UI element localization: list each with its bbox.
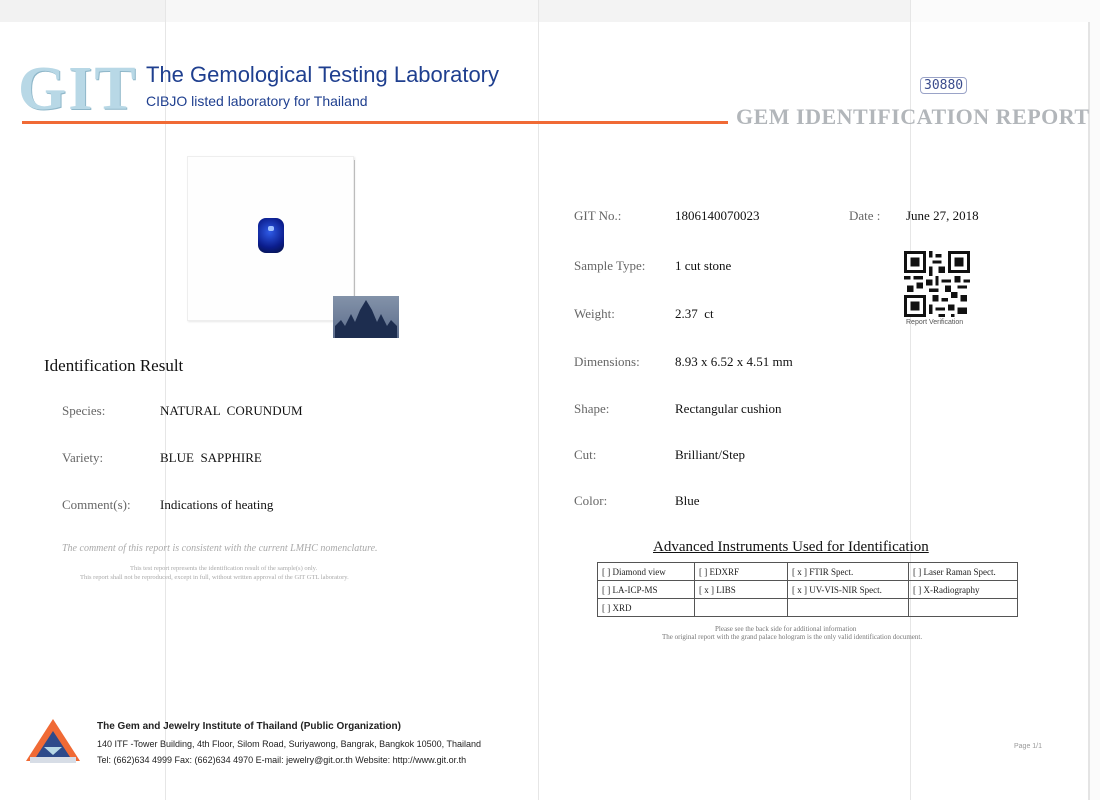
species-value: NATURAL CORUNDUM xyxy=(160,403,303,418)
fold-line xyxy=(538,0,539,800)
instrument-cell: [ ] EDXRF xyxy=(694,562,788,581)
qr-caption: Report Verification xyxy=(906,319,964,326)
color-value: Blue xyxy=(675,493,700,508)
species-label: Species: xyxy=(62,403,106,418)
cut-label: Cut: xyxy=(574,447,597,462)
git-logo: GIT xyxy=(18,55,138,123)
instrument-cell: [ x ] UV-VIS-NIR Spect. xyxy=(787,580,909,599)
fine-print-line: This report shall not be reproduced, exc… xyxy=(80,574,349,581)
table-row: [ ] Diamond view [ ] EDXRF [ x ] FTIR Sp… xyxy=(597,562,1018,581)
lab-subtitle: CIBJO listed laboratory for Thailand xyxy=(146,93,368,109)
color-label: Color: xyxy=(574,493,608,508)
lab-name: The Gemological Testing Laboratory xyxy=(146,62,500,87)
instrument-cell: [ ] Laser Raman Spect. xyxy=(908,562,1018,581)
sapphire-image xyxy=(258,218,284,253)
instrument-cell xyxy=(908,598,1018,617)
date-label: Date : xyxy=(849,208,881,223)
sample-type-label: Sample Type: xyxy=(574,258,646,273)
dimensions-label: Dimensions: xyxy=(574,354,640,369)
institute-address: 140 ITF -Tower Building, 4th Floor, Silo… xyxy=(97,739,482,749)
gem-highlight xyxy=(268,226,274,231)
photo-divider xyxy=(354,160,355,296)
validity-note: The original report with the grand palac… xyxy=(662,633,923,641)
table-row: [ ] LA-ICP-MS [ x ] LIBS [ x ] UV-VIS-NI… xyxy=(597,580,1018,599)
fine-print-line: This test report represents the identifi… xyxy=(130,565,318,572)
git-no-label: GIT No.: xyxy=(574,208,622,223)
institute-contact: Tel: (662)634 4999 Fax: (662)634 4970 E-… xyxy=(97,755,467,765)
cut-value: Brilliant/Step xyxy=(675,447,746,462)
weight-value: 2.37 ct xyxy=(675,306,714,321)
shape-label: Shape: xyxy=(574,401,610,416)
back-side-note: Please see the back side for additional … xyxy=(715,625,857,633)
qr-code[interactable] xyxy=(904,251,970,317)
fold-line xyxy=(165,0,166,800)
instrument-cell: [ x ] FTIR Spect. xyxy=(787,562,909,581)
sample-type-value: 1 cut stone xyxy=(675,258,732,273)
instruments-table: [ ] Diamond view [ ] EDXRF [ x ] FTIR Sp… xyxy=(597,562,1018,617)
git-no-value: 1806140070023 xyxy=(675,208,760,223)
variety-value: BLUE SAPPHIRE xyxy=(160,450,262,465)
instrument-cell: [ x ] LIBS xyxy=(694,580,788,599)
instrument-cell: [ ] X-Radiography xyxy=(908,580,1018,599)
variety-label: Variety: xyxy=(62,450,104,465)
instrument-cell: [ ] LA-ICP-MS xyxy=(597,580,695,599)
weight-label: Weight: xyxy=(574,306,615,321)
handwritten-number: 30880 xyxy=(920,77,968,94)
dimensions-value: 8.93 x 6.52 x 4.51 mm xyxy=(675,354,793,369)
comment-label: Comment(s): xyxy=(62,497,131,512)
header-rule xyxy=(22,121,728,124)
grand-palace-hologram xyxy=(333,296,399,338)
git-institute-logo xyxy=(26,719,80,763)
shape-value: Rectangular cushion xyxy=(675,401,782,416)
identification-title: Identification Result xyxy=(44,356,184,375)
instruments-title: Advanced Instruments Used for Identifica… xyxy=(653,539,929,555)
table-row: [ ] XRD xyxy=(597,598,1018,617)
comment-value: Indications of heating xyxy=(160,497,274,512)
nomenclature-disclaimer: The comment of this report is consistent… xyxy=(62,543,378,554)
date-value: June 27, 2018 xyxy=(906,208,979,223)
instrument-cell: [ ] Diamond view xyxy=(597,562,695,581)
instrument-cell: [ ] XRD xyxy=(597,598,695,617)
instrument-cell xyxy=(787,598,909,617)
institute-name: The Gem and Jewelry Institute of Thailan… xyxy=(97,721,401,732)
instrument-cell xyxy=(694,598,788,617)
report-title: GEM IDENTIFICATION REPORT xyxy=(736,104,1090,129)
page-number: Page 1/1 xyxy=(1014,743,1043,750)
